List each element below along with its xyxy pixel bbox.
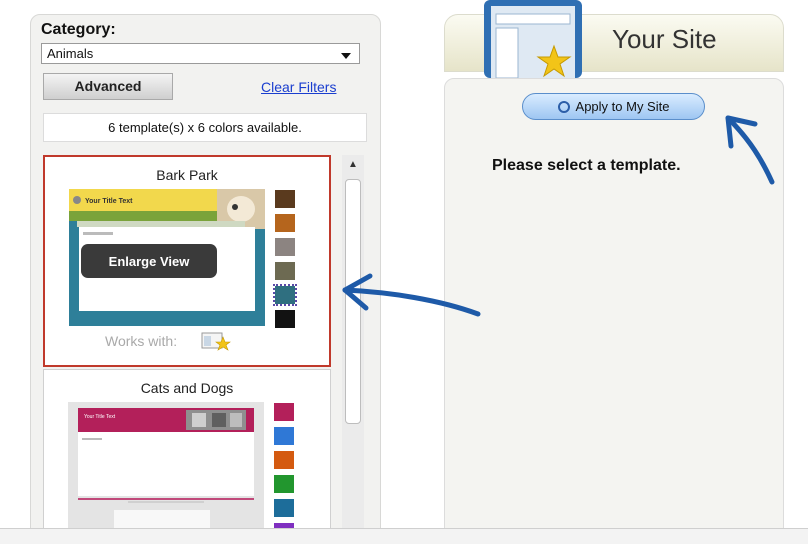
color-swatch[interactable] (274, 189, 296, 209)
site-preview-panel (444, 78, 784, 544)
template-preview-cats-and-dogs[interactable]: Your Title Text (68, 402, 264, 532)
template-card-bark-park[interactable]: Bark Park Your Title Text Enlarge View W… (43, 155, 331, 367)
color-swatch[interactable] (274, 237, 296, 257)
template-list-scrollbar[interactable]: ▲ (342, 155, 364, 544)
category-value: Animals (47, 46, 94, 61)
color-swatch[interactable] (274, 213, 296, 233)
template-filter-panel: Category: Animals Advanced Clear Filters… (30, 14, 381, 544)
scroll-thumb[interactable] (345, 179, 361, 424)
your-site-icon (484, 0, 582, 78)
color-swatch[interactable] (273, 402, 295, 422)
color-swatch-selected[interactable] (273, 284, 297, 306)
color-swatch[interactable] (273, 474, 295, 494)
chevron-down-icon[interactable] (341, 53, 351, 59)
preview-title-text: Your Title Text (85, 198, 133, 205)
apply-label: Apply to My Site (575, 99, 670, 114)
preview-title-text: Your Title Text (84, 414, 116, 420)
color-swatch[interactable] (273, 450, 295, 470)
scroll-up-arrow-icon[interactable]: ▲ (342, 155, 364, 175)
color-swatches (273, 189, 298, 333)
color-swatches (273, 402, 297, 544)
template-name: Bark Park (156, 167, 218, 183)
enlarge-view-button[interactable]: Enlarge View (109, 254, 191, 269)
horizontal-scrollbar[interactable] (0, 528, 808, 544)
select-template-message: Please select a template. (492, 157, 681, 174)
template-preview-bark-park[interactable]: Your Title Text Enlarge View (69, 189, 265, 326)
template-picker-page: Category: Animals Advanced Clear Filters… (0, 0, 808, 544)
color-swatch[interactable] (274, 309, 296, 329)
template-card-cats-and-dogs[interactable]: Cats and Dogs Your Title Text (43, 369, 331, 544)
apply-to-my-site-button[interactable]: Apply to My Site (522, 93, 705, 120)
template-list: Bark Park Your Title Text Enlarge View W… (43, 155, 331, 544)
category-label: Category: (41, 21, 116, 38)
refresh-icon (557, 101, 570, 113)
color-swatch[interactable] (273, 426, 295, 446)
category-select[interactable]: Animals (41, 43, 360, 64)
template-count: 6 template(s) x 6 colors available. (43, 113, 367, 142)
clear-filters-link[interactable]: Clear Filters (261, 79, 336, 95)
advanced-button[interactable]: Advanced (43, 73, 173, 100)
template-name: Cats and Dogs (140, 380, 234, 396)
site-star-icon (201, 332, 231, 351)
your-site-title: Your Site (612, 24, 717, 54)
color-swatch[interactable] (274, 261, 296, 281)
color-swatch[interactable] (273, 498, 295, 518)
works-with-label: Works with: (105, 333, 178, 349)
